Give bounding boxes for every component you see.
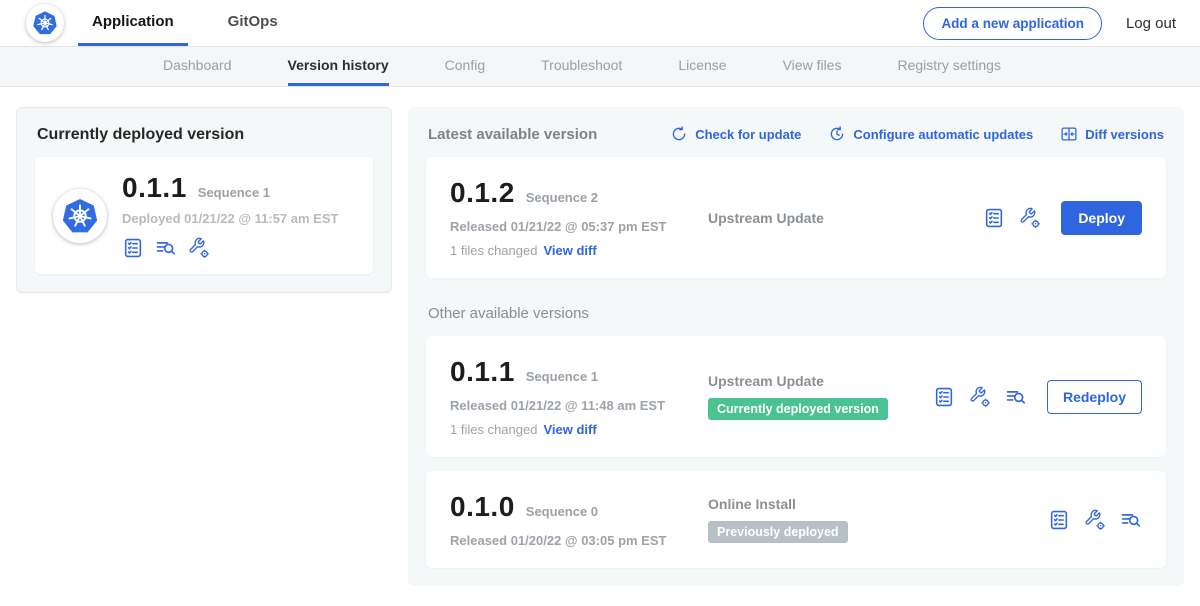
deploy-logs-icon[interactable] xyxy=(155,237,177,259)
view-diff-link[interactable]: View diff xyxy=(543,243,596,258)
version-source: Upstream Update Currently deployed versi… xyxy=(708,373,933,420)
tab-application[interactable]: Application xyxy=(78,0,188,46)
check-for-update-link[interactable]: Check for update xyxy=(670,125,801,143)
version-source: Online Install Previously deployed xyxy=(708,496,1048,543)
other-versions-title: Other available versions xyxy=(428,305,1164,322)
deployed-version-info: 0.1.1 Sequence 1 Deployed 01/21/22 @ 11:… xyxy=(122,172,338,259)
release-notes-icon[interactable] xyxy=(983,207,1005,229)
logout-link[interactable]: Log out xyxy=(1126,15,1176,32)
config-icon[interactable] xyxy=(969,386,991,408)
diff-icon xyxy=(1060,125,1078,143)
subnav-tab-dashboard[interactable]: Dashboard xyxy=(163,47,232,86)
files-changed-label: 1 files changed xyxy=(450,422,537,437)
subnav-tab-version-history[interactable]: Version history xyxy=(288,47,389,86)
subnav-tab-license[interactable]: License xyxy=(678,47,726,86)
version-card-0-1-1: 0.1.1 Sequence 1 Released 01/21/22 @ 11:… xyxy=(426,336,1166,457)
files-changed-label: 1 files changed xyxy=(450,243,537,258)
configure-automatic-updates-link[interactable]: Configure automatic updates xyxy=(828,125,1033,143)
redeploy-button[interactable]: Redeploy xyxy=(1047,380,1142,414)
release-notes-icon[interactable] xyxy=(122,237,144,259)
deploy-button[interactable]: Deploy xyxy=(1061,201,1142,235)
refresh-icon xyxy=(670,125,688,143)
version-history-page: Currently deployed version 0.1.1 Sequenc… xyxy=(0,87,1200,606)
kubernetes-logo xyxy=(26,4,64,42)
config-icon[interactable] xyxy=(1019,207,1041,229)
deployed-version-number: 0.1.1 xyxy=(122,172,187,204)
sequence-label: Sequence 1 xyxy=(526,369,598,384)
released-timestamp: Released 01/21/22 @ 05:37 pm EST xyxy=(450,219,708,234)
deployed-version-card: 0.1.1 Sequence 1 Deployed 01/21/22 @ 11:… xyxy=(35,157,373,274)
diff-versions-link[interactable]: Diff versions xyxy=(1060,125,1164,143)
deployed-timestamp: Deployed 01/21/22 @ 11:57 am EST xyxy=(122,211,338,226)
previously-deployed-badge: Previously deployed xyxy=(708,521,848,543)
version-number: 0.1.1 xyxy=(450,356,515,388)
version-info: 0.1.2 Sequence 2 Released 01/21/22 @ 05:… xyxy=(450,177,708,258)
kubernetes-app-icon xyxy=(53,189,107,243)
schedule-update-icon xyxy=(828,125,846,143)
diff-versions-label: Diff versions xyxy=(1085,127,1164,142)
latest-version-title: Latest available version xyxy=(428,126,597,143)
version-info: 0.1.1 Sequence 1 Released 01/21/22 @ 11:… xyxy=(450,356,708,437)
check-for-update-label: Check for update xyxy=(695,127,801,142)
header-actions: Add a new application Log out xyxy=(923,0,1176,46)
deploy-logs-icon[interactable] xyxy=(1005,386,1027,408)
source-label: Upstream Update xyxy=(708,373,933,389)
version-info: 0.1.0 Sequence 0 Released 01/20/22 @ 03:… xyxy=(450,491,708,548)
available-versions-panel: Latest available version Check for updat… xyxy=(408,107,1184,586)
version-card-actions: Deploy xyxy=(983,201,1142,235)
version-card-actions xyxy=(1048,509,1142,531)
app-tabs: Application GitOps xyxy=(78,0,318,46)
version-card-0-1-2: 0.1.2 Sequence 2 Released 01/21/22 @ 05:… xyxy=(426,157,1166,278)
admin-console: Application GitOps Add a new application… xyxy=(0,0,1200,606)
source-label: Upstream Update xyxy=(708,210,983,226)
subnav-tab-view-files[interactable]: View files xyxy=(783,47,842,86)
tab-gitops[interactable]: GitOps xyxy=(214,0,292,46)
latest-version-header: Latest available version Check for updat… xyxy=(426,123,1166,143)
version-number: 0.1.0 xyxy=(450,491,515,523)
released-timestamp: Released 01/20/22 @ 03:05 pm EST xyxy=(450,533,708,548)
currently-deployed-card: Currently deployed version 0.1.1 Sequenc… xyxy=(16,107,392,293)
currently-deployed-title: Currently deployed version xyxy=(37,126,373,144)
release-notes-icon[interactable] xyxy=(1048,509,1070,531)
version-source: Upstream Update xyxy=(708,210,983,226)
view-diff-link[interactable]: View diff xyxy=(543,422,596,437)
release-notes-icon[interactable] xyxy=(933,386,955,408)
config-icon[interactable] xyxy=(188,237,210,259)
deploy-logs-icon[interactable] xyxy=(1120,509,1142,531)
subnav-tab-config[interactable]: Config xyxy=(445,47,485,86)
app-header: Application GitOps Add a new application… xyxy=(0,0,1200,46)
config-icon[interactable] xyxy=(1084,509,1106,531)
deployed-sequence-label: Sequence 1 xyxy=(198,185,270,200)
page-subnav: Dashboard Version history Config Trouble… xyxy=(0,46,1200,87)
currently-deployed-badge: Currently deployed version xyxy=(708,398,888,420)
add-new-application-button[interactable]: Add a new application xyxy=(923,7,1102,40)
sequence-label: Sequence 2 xyxy=(526,190,598,205)
subnav-tab-registry-settings[interactable]: Registry settings xyxy=(897,47,1000,86)
sequence-label: Sequence 0 xyxy=(526,504,598,519)
released-timestamp: Released 01/21/22 @ 11:48 am EST xyxy=(450,398,708,413)
version-actions: Check for update Configure automatic upd… xyxy=(670,125,1164,143)
version-number: 0.1.2 xyxy=(450,177,515,209)
version-card-0-1-0: 0.1.0 Sequence 0 Released 01/20/22 @ 03:… xyxy=(426,471,1166,568)
version-card-actions: Redeploy xyxy=(933,380,1142,414)
source-label: Online Install xyxy=(708,496,1048,512)
configure-updates-label: Configure automatic updates xyxy=(853,127,1033,142)
deployed-actions xyxy=(122,237,338,259)
subnav-tab-troubleshoot[interactable]: Troubleshoot xyxy=(541,47,622,86)
